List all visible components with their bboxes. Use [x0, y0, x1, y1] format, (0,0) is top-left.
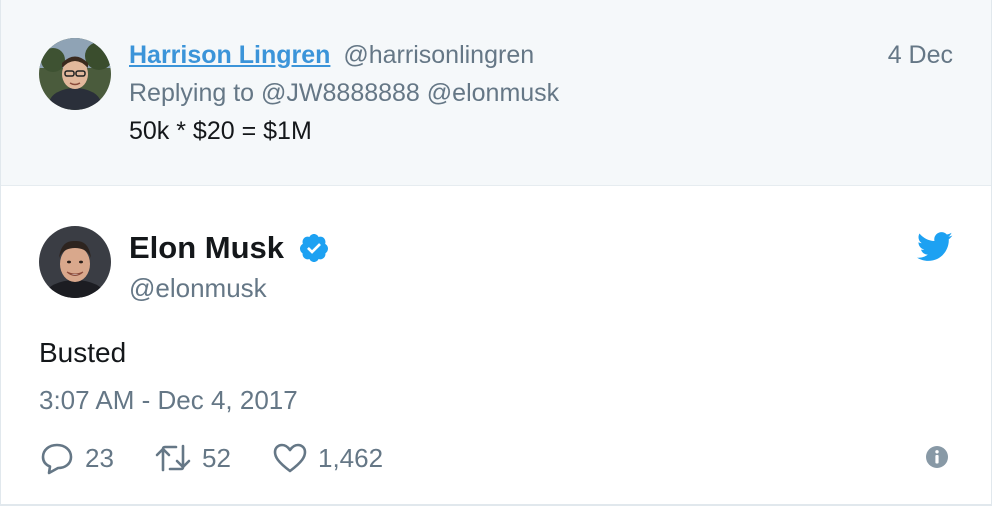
parent-author-name[interactable]: Harrison Lingren [129, 41, 330, 69]
embedded-tweet-card: Harrison Lingren @harrisonlingren 4 Dec … [0, 0, 992, 506]
parent-tweet[interactable]: Harrison Lingren @harrisonlingren 4 Dec … [1, 0, 991, 186]
mention-elonmusk[interactable]: @elonmusk [427, 79, 559, 107]
tweet-timestamp[interactable]: 3:07 AM - Dec 4, 2017 [39, 382, 298, 418]
parent-tweet-text: 50k * $20 = $1M [129, 117, 312, 145]
like-count: 1,462 [318, 442, 384, 473]
parent-author-handle[interactable]: @harrisonlingren [343, 41, 534, 69]
reply-icon [41, 443, 73, 475]
heart-icon [273, 443, 307, 473]
verified-badge-icon [299, 234, 328, 262]
retweet-count: 52 [202, 442, 231, 473]
retweet-icon [155, 444, 191, 472]
author-handle[interactable]: @elonmusk [129, 270, 267, 306]
author-name[interactable]: Elon Musk [129, 228, 284, 268]
person-avatar-photo-icon [39, 38, 111, 110]
replying-to-line: Replying to @JW8888888 @elonmusk [129, 76, 559, 110]
like-button[interactable]: 1,462 [272, 442, 383, 474]
harrison-avatar[interactable] [39, 38, 111, 110]
info-icon[interactable] [925, 445, 949, 469]
retweet-button[interactable]: 52 [154, 443, 272, 474]
twitter-bird-icon[interactable] [917, 232, 953, 262]
mention-jw8888888[interactable]: @JW8888888 [261, 79, 420, 107]
elon-avatar[interactable] [39, 226, 111, 298]
person-avatar-photo-icon [39, 226, 111, 298]
parent-date[interactable]: 4 Dec [888, 38, 953, 72]
replying-to-label: Replying to [129, 79, 255, 107]
tweet-text: Busted [39, 337, 127, 368]
reply-count: 23 [85, 442, 114, 473]
reply-button[interactable]: 23 [39, 441, 154, 475]
tweet-actions: 23 52 1,462 [39, 438, 383, 478]
parent-header: Harrison Lingren @harrisonlingren [129, 38, 534, 72]
